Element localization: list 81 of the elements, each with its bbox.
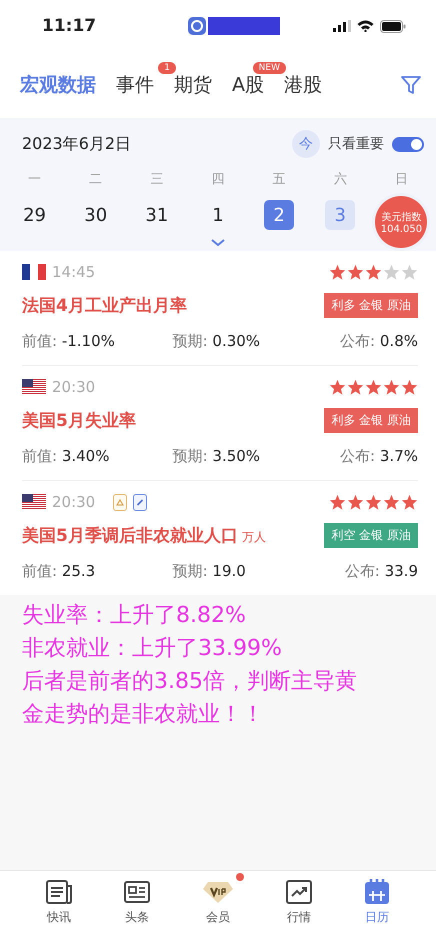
dollar-index-badge[interactable]: 美元指数 104.050 — [375, 196, 428, 248]
signal-icon — [333, 20, 351, 32]
impact-tag: 利多 金银 原油 — [324, 408, 418, 433]
value-text: 预期: 19.0 — [172, 562, 247, 581]
star-icon — [401, 494, 418, 510]
app-icon — [188, 17, 206, 35]
weekday-label: 六 — [332, 171, 348, 188]
star-icon — [365, 494, 382, 510]
star-icon — [383, 264, 400, 280]
pdf-file-icon[interactable] — [113, 494, 128, 510]
calendar-day[interactable]: 29 — [20, 200, 50, 230]
annotation-text: 非农就业：上升了33.99% — [22, 635, 283, 663]
star-icon — [401, 264, 418, 280]
flag-icon — [22, 379, 46, 395]
impact-tag: 利多 金银 原油 — [324, 293, 418, 318]
calendar-day[interactable]: 2 — [264, 200, 294, 230]
article-icon — [124, 880, 150, 904]
value-text: 前值: 25.3 — [22, 562, 96, 581]
newspaper-icon — [46, 880, 72, 904]
value-text: 预期: 0.30% — [172, 332, 262, 351]
event-title[interactable]: 美国5月季调后非农就业人口 万人 — [22, 524, 266, 547]
event-time: 14:45 — [52, 263, 96, 281]
nav-item[interactable]: 快讯 — [32, 871, 86, 939]
status-time: 11:17 — [42, 16, 96, 36]
star-icon — [347, 379, 364, 395]
value-text: 前值: -1.10% — [22, 332, 116, 351]
star-icon — [347, 494, 364, 510]
star-icon — [383, 494, 400, 510]
value-text: 预期: 3.50% — [172, 447, 262, 466]
star-icon — [329, 264, 346, 280]
chart-icon — [286, 880, 312, 904]
value-text: 公布: 33.9 — [344, 562, 418, 581]
nav-item[interactable]: 会员 — [188, 871, 248, 939]
star-icon — [383, 379, 400, 395]
annotation-text: 后者是前者的3.85倍，判断主导黄金走势的是非农就业！！ — [22, 668, 358, 729]
star-icon — [329, 494, 346, 510]
star-icon — [347, 264, 364, 280]
annotation-text: 失业率：上升了8.82% — [22, 602, 247, 630]
calendar-day[interactable]: 1 — [202, 200, 233, 230]
star-icon — [365, 379, 382, 395]
weekday-label: 四 — [210, 171, 226, 188]
toggle-switch[interactable] — [392, 136, 424, 152]
star-icon — [365, 264, 382, 280]
tab[interactable]: A股 — [232, 72, 264, 98]
weekday-label: 一 — [27, 171, 42, 188]
chevron-down-icon[interactable] — [210, 238, 226, 247]
value-text: 公布: 3.7% — [339, 447, 418, 466]
star-icon — [401, 379, 418, 395]
wifi-icon — [357, 20, 374, 32]
filter-icon[interactable] — [400, 74, 422, 96]
event-title[interactable]: 法国4月工业产出月率 — [22, 294, 187, 317]
weekday-label: 二 — [88, 171, 104, 188]
impact-tag: 利空 金银 原油 — [324, 523, 418, 548]
flag-icon — [22, 264, 46, 280]
tab-badge: NEW — [252, 62, 286, 74]
value-text: 前值: 3.40% — [22, 447, 110, 466]
tab[interactable]: 期货 — [174, 72, 212, 98]
weekday-label: 三 — [149, 171, 164, 188]
current-date: 2023年6月2日 — [22, 134, 132, 154]
nav-item[interactable]: 头条 — [110, 871, 164, 939]
calendar-icon — [364, 879, 390, 905]
event-time: 20:30 — [52, 378, 96, 396]
weekday-label: 日 — [394, 171, 409, 188]
star-icon — [329, 379, 346, 395]
value-text: 公布: 0.8% — [339, 332, 418, 351]
calendar-day[interactable]: 31 — [142, 200, 172, 230]
nav-item[interactable]: 日历 — [350, 871, 404, 939]
tab[interactable]: 事件 — [116, 72, 154, 98]
calendar-day[interactable]: 30 — [80, 200, 111, 230]
flag-icon — [22, 494, 46, 510]
diamond-icon — [202, 880, 234, 904]
tab-badge: 1 — [158, 62, 176, 74]
toggle-label: 只看重要 — [328, 135, 384, 153]
nav-item[interactable]: 行情 — [272, 871, 326, 939]
link-file-icon[interactable] — [133, 494, 148, 510]
event-title[interactable]: 美国5月失业率 — [22, 409, 136, 432]
tab[interactable]: 港股 — [284, 72, 322, 98]
tab[interactable]: 宏观数据 — [20, 72, 96, 98]
weekday-label: 五 — [272, 171, 287, 188]
event-time: 20:30 — [52, 493, 96, 511]
battery-icon — [380, 20, 406, 32]
